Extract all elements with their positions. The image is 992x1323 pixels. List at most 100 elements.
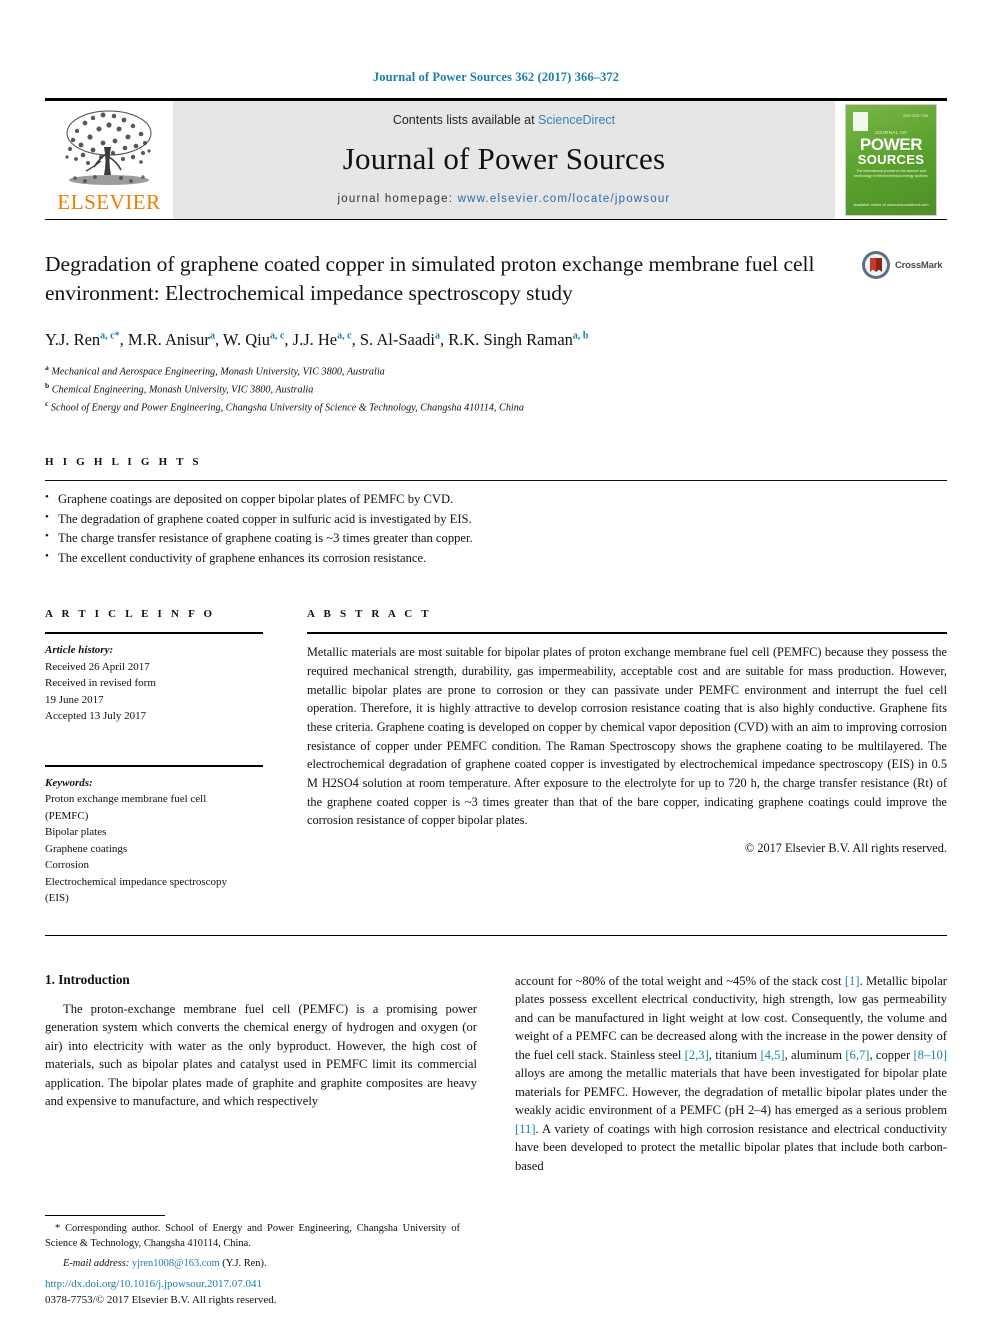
body-column-left: 1. Introduction The proton-exchange memb… [45,972,477,1176]
body-top-divider [45,934,947,936]
keyword-item: (EIS) [45,892,69,905]
citation-link[interactable]: [6,7] [845,1048,869,1062]
list-item: The degradation of graphene coated coppe… [45,509,947,530]
abstract-body: Metallic materials are most suitable for… [307,645,947,828]
doi-block: http://dx.doi.org/10.1016/j.jpowsour.201… [45,1277,475,1309]
journal-title: Journal of Power Sources [342,141,666,176]
citation-link[interactable]: [4,5] [760,1048,784,1062]
paragraph-part: , copper [869,1047,914,1062]
affiliation-item: c School of Energy and Power Engineering… [45,398,947,416]
article-history-label: Article history: [45,644,114,657]
author-separator: , [214,329,223,349]
keywords-block: Keywords: Proton exchange membrane fuel … [45,764,263,907]
corresponding-author-text: * Corresponding author. School of Energy… [45,1221,460,1251]
author-separator: , [119,329,128,349]
journal-cover-thumbnail: ISSN 0378-7753 JOURNAL OF POWER SOURCES … [835,101,947,219]
author-affiliation-marks: a, c [337,330,352,342]
citation-link[interactable]: [8–10] [913,1048,947,1062]
journal-homepage-line: journal homepage: www.elsevier.com/locat… [338,193,671,205]
title-block: Degradation of graphene coated copper in… [45,250,947,308]
keyword-item: Electrochemical impedance spectroscopy [45,875,228,888]
citation-link[interactable]: [2,3] [685,1048,709,1062]
author-separator: , [351,329,360,349]
email-owner: (Y.J. Ren). [222,1257,267,1269]
keyword-item: Graphene coatings [45,842,128,855]
author-item: M.R. Anisura [128,330,215,349]
contents-prefix: Contents lists available at [392,113,539,127]
contents-available-line: Contents lists available at ScienceDirec… [393,113,615,127]
body-column-right: account for ~80% of the total weight and… [515,972,947,1176]
paragraph: account for ~80% of the total weight and… [515,972,947,1176]
affiliation-list: a Mechanical and Aerospace Engineering, … [45,362,947,417]
running-head: Journal of Power Sources 362 (2017) 366–… [372,70,620,84]
author-separator: , [284,329,293,349]
author-name: R.K. Singh Raman [448,329,573,349]
elsevier-logo: ELSEVIER [45,101,173,219]
doi-link[interactable]: http://dx.doi.org/10.1016/j.jpowsour.201… [45,1277,475,1293]
info-and-abstract: A R T I C L E I N F O Article history: R… [45,608,947,907]
cover-issn: ISSN 0378-7753 [902,114,928,118]
crossmark-badge[interactable]: CrossMark [861,250,947,280]
author-name: J.J. He [292,329,338,349]
crossmark-label: CrossMark [895,259,943,271]
article-info-divider [45,632,263,635]
page-title: Degradation of graphene coated copper in… [45,252,815,305]
citation-link[interactable]: [1] [845,974,860,988]
crossmark-icon [862,251,890,279]
author-affiliation-marks: a, b [572,330,589,342]
cover-elsevier-logo-icon [853,112,868,131]
keyword-item: (PEMFC) [45,809,89,822]
cover-word-sources: SOURCES [857,152,925,167]
sciencedirect-link[interactable]: ScienceDirect [538,113,615,127]
paragraph-part: . A variety of coatings with high corros… [515,1121,947,1173]
elsevier-wordmark: ELSEVIER [57,190,161,214]
article-page: Journal of Power Sources 362 (2017) 366–… [0,0,992,1323]
affiliation-text: Chemical Engineering, Monash University,… [51,384,314,396]
author-affiliation-marks: a, c [100,330,115,342]
article-history-item: Received 26 April 2017 [45,660,150,673]
highlights-list: Graphene coatings are deposited on coppe… [45,489,947,569]
elsevier-tree-icon [57,107,161,191]
affiliation-item: b Chemical Engineering, Monash Universit… [45,380,947,398]
author-list: Y.J. Rena, c*, M.R. Anisura, W. Qiua, c,… [45,330,947,350]
author-name: W. Qiu [222,329,270,349]
author-item: R.K. Singh Ramana, b [448,330,588,349]
article-history-item: Accepted 13 July 2017 [45,710,147,723]
keyword-item: Proton exchange membrane fuel cell [45,793,207,806]
paragraph: The proton-exchange membrane fuel cell (… [45,1001,477,1109]
article-history-item: 19 June 2017 [45,693,104,706]
paragraph-part: , aluminum [784,1047,846,1062]
author-item: W. Qiua, c [223,330,285,349]
homepage-prefix: journal homepage: [337,193,458,205]
paragraph-part: account for ~80% of the total weight and… [515,973,845,988]
affiliation-text: Mechanical and Aerospace Engineering, Mo… [51,365,385,377]
cover-footer: Available online at www.sciencedirect.co… [853,201,929,207]
affiliation-item: a Mechanical and Aerospace Engineering, … [45,362,947,380]
email-label: E-mail address: [63,1257,130,1269]
highlights-section: H I G H L I G H T S Graphene coatings ar… [45,456,947,568]
email-link[interactable]: yjren1008@163.com [132,1258,220,1269]
abstract-text: Metallic materials are most suitable for… [307,643,947,830]
body-columns: 1. Introduction The proton-exchange memb… [45,972,947,1176]
article-info-heading: A R T I C L E I N F O [45,608,216,621]
author-name: S. Al-Saadi [359,329,435,349]
email-line: E-mail address: yjren1008@163.com (Y.J. … [45,1256,460,1271]
cover-subtitle: The international journal on the science… [854,169,928,179]
affiliation-mark: b [45,380,50,390]
journal-homepage-link[interactable]: www.elsevier.com/locate/jpowsour [458,193,671,205]
author-item: J.J. Hea, c [293,330,352,349]
cover-word-power: POWER [859,135,923,154]
abstract-divider [307,632,947,635]
keyword-item: Bipolar plates [45,826,107,839]
section-heading-introduction: 1. Introduction [45,971,130,987]
citation-link[interactable]: [11] [515,1122,536,1136]
keyword-item: Corrosion [45,859,89,872]
list-item: The excellent conductivity of graphene e… [45,548,947,569]
issn-copyright-line: 0378-7753/© 2017 Elsevier B.V. All right… [45,1294,277,1307]
affiliation-mark: a [45,362,49,372]
cover-image: ISSN 0378-7753 JOURNAL OF POWER SOURCES … [845,104,937,216]
journal-masthead: ELSEVIER Contents lists available at Sci… [45,98,947,220]
list-item: Graphene coatings are deposited on coppe… [45,489,947,510]
masthead-center: Contents lists available at ScienceDirec… [173,101,835,219]
affiliation-mark: c [45,398,49,408]
